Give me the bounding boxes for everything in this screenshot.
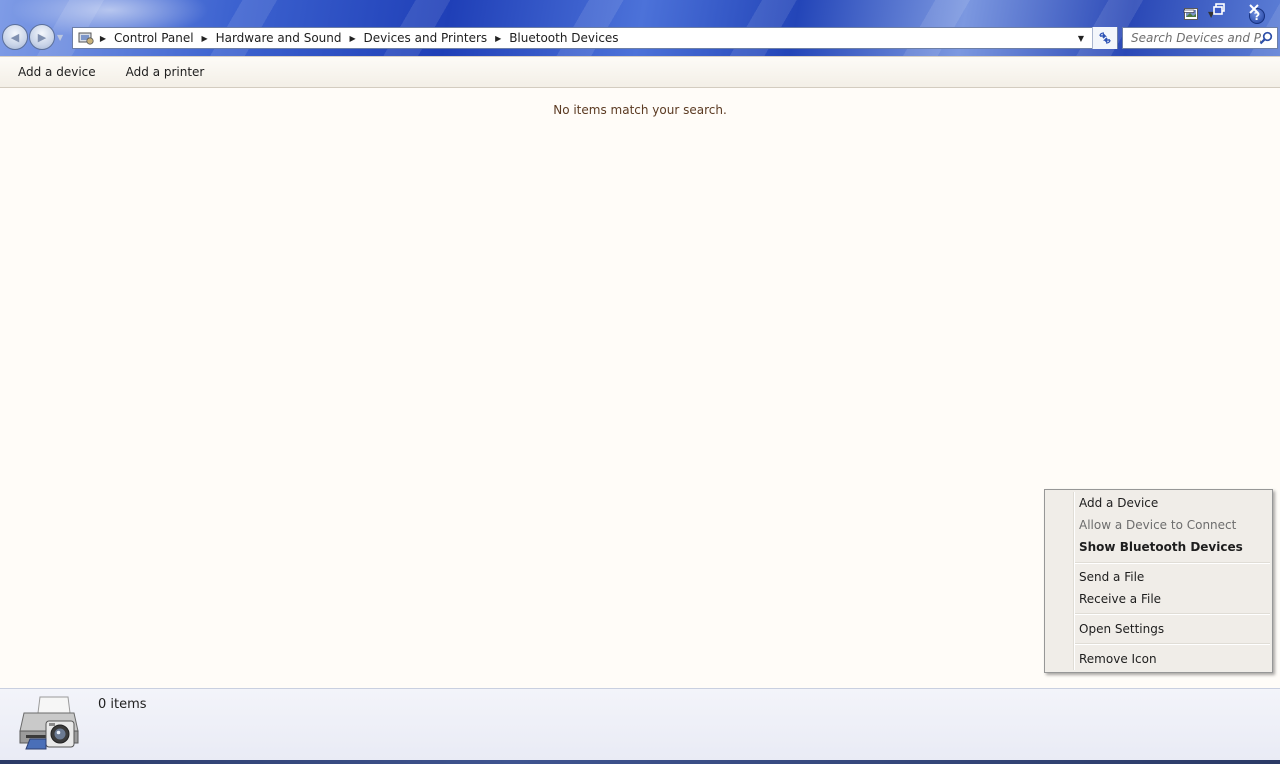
refresh-button[interactable] bbox=[1092, 27, 1117, 49]
forward-button[interactable]: ▶ bbox=[29, 24, 55, 50]
breadcrumb-separator-icon[interactable]: ▶ bbox=[96, 34, 110, 43]
minimize-button[interactable] bbox=[1174, 0, 1204, 18]
refresh-icon bbox=[1099, 32, 1111, 44]
restore-icon bbox=[1213, 3, 1225, 15]
chevron-down-icon: ▼ bbox=[57, 32, 64, 42]
add-device-button[interactable]: Add a device bbox=[0, 65, 111, 79]
menu-add-a-device[interactable]: Add a Device bbox=[1047, 492, 1270, 514]
search-icon[interactable] bbox=[1259, 31, 1273, 45]
command-bar: Add a device Add a printer bbox=[0, 56, 1280, 88]
breadcrumb-hardware-and-sound[interactable]: Hardware and Sound bbox=[212, 31, 346, 45]
forward-arrow-icon: ▶ bbox=[37, 30, 47, 44]
breadcrumb-devices-and-printers[interactable]: Devices and Printers bbox=[360, 31, 492, 45]
empty-message: No items match your search. bbox=[553, 103, 727, 117]
breadcrumb-separator-icon[interactable]: ▶ bbox=[346, 34, 360, 43]
details-pane: 0 items bbox=[0, 688, 1280, 760]
menu-send-a-file[interactable]: Send a File bbox=[1047, 566, 1270, 588]
address-bar[interactable]: ▶ Control Panel ▶ Hardware and Sound ▶ D… bbox=[72, 27, 1118, 49]
menu-separator bbox=[1075, 613, 1270, 615]
search-input[interactable] bbox=[1131, 31, 1261, 45]
menu-receive-a-file[interactable]: Receive a File bbox=[1047, 588, 1270, 610]
recent-pages-dropdown[interactable]: ▼ bbox=[57, 33, 67, 42]
close-button[interactable] bbox=[1234, 0, 1274, 18]
close-icon bbox=[1249, 4, 1259, 14]
back-button[interactable]: ◀ bbox=[2, 24, 28, 50]
window-controls bbox=[1174, 0, 1274, 18]
breadcrumb-control-panel[interactable]: Control Panel bbox=[110, 31, 198, 45]
breadcrumb-separator-icon[interactable]: ▶ bbox=[198, 34, 212, 43]
menu-remove-icon[interactable]: Remove Icon bbox=[1047, 648, 1270, 670]
chevron-down-icon: ▼ bbox=[1077, 33, 1085, 43]
search-box[interactable] bbox=[1122, 27, 1278, 49]
menu-separator bbox=[1075, 643, 1270, 645]
breadcrumb-separator-icon[interactable]: ▶ bbox=[491, 34, 505, 43]
back-arrow-icon: ◀ bbox=[10, 30, 20, 44]
devices-and-printers-icon bbox=[19, 696, 79, 750]
menu-show-bluetooth-devices[interactable]: Show Bluetooth Devices bbox=[1047, 536, 1270, 558]
item-count: 0 items bbox=[98, 697, 147, 712]
bluetooth-context-menu: Add a Device Allow a Device to Connect S… bbox=[1044, 489, 1273, 673]
minimize-icon bbox=[1183, 9, 1195, 13]
control-panel-icon bbox=[76, 28, 96, 48]
menu-open-settings[interactable]: Open Settings bbox=[1047, 618, 1270, 640]
restore-button[interactable] bbox=[1204, 0, 1234, 18]
menu-separator bbox=[1075, 562, 1270, 564]
menu-allow-a-device-to-connect[interactable]: Allow a Device to Connect bbox=[1047, 514, 1270, 536]
navigation-buttons: ◀ ▶ ▼ bbox=[2, 24, 67, 50]
address-dropdown-button[interactable]: ▼ bbox=[1073, 28, 1089, 48]
taskbar-edge bbox=[0, 760, 1280, 764]
breadcrumb-bluetooth-devices[interactable]: Bluetooth Devices bbox=[505, 31, 622, 45]
add-printer-button[interactable]: Add a printer bbox=[111, 65, 220, 79]
